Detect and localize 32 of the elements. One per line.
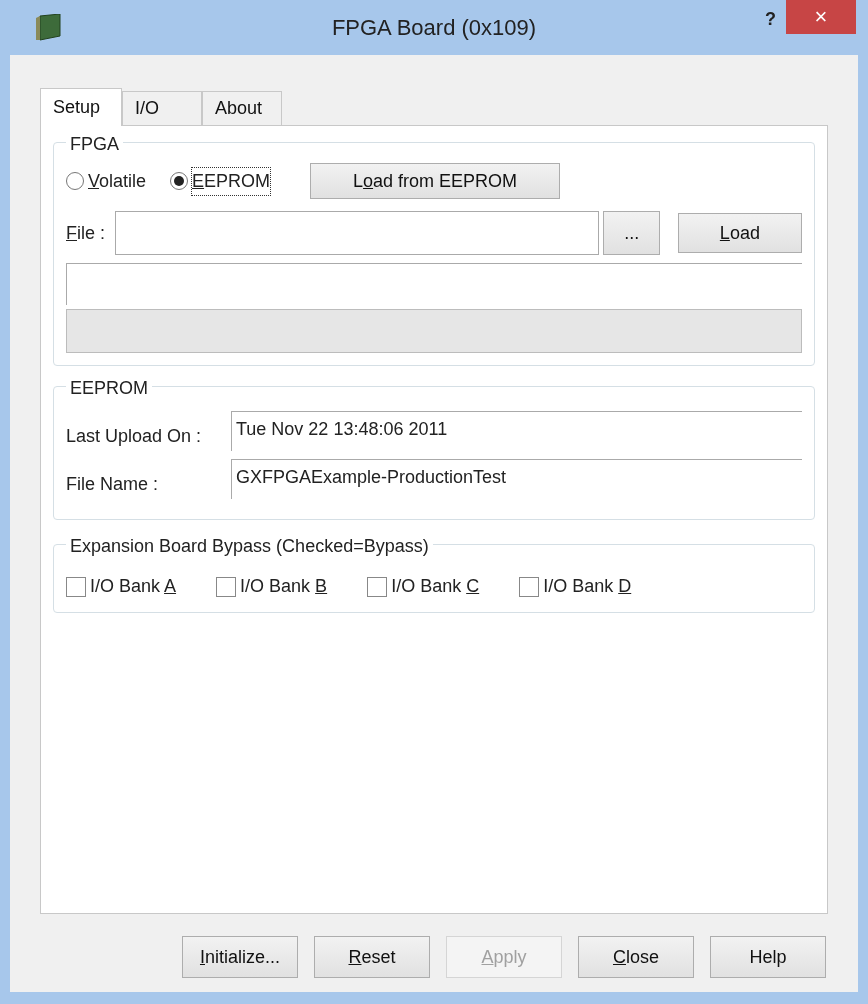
window-title: FPGA Board (0x109) xyxy=(331,14,537,42)
radio-button[interactable] xyxy=(170,172,189,190)
checkbox-label: I/O Bank D xyxy=(543,575,632,598)
dialog-button[interactable]: Help xyxy=(710,936,826,978)
checkbox[interactable] xyxy=(367,576,388,597)
value-field: GXFPGAExample-ProductionTest xyxy=(231,459,802,499)
tab[interactable]: Setup xyxy=(40,88,122,126)
circuit-board-icon xyxy=(34,14,64,42)
help-button[interactable]: ? xyxy=(765,6,776,33)
field-label: File Name : xyxy=(66,473,160,496)
dialog-button[interactable]: Reset xyxy=(314,936,430,978)
load-from-eeprom-button[interactable]: Load from EEPROM xyxy=(310,163,561,199)
checkbox[interactable] xyxy=(519,576,540,597)
radio-label: Volatile xyxy=(88,169,147,193)
checkbox-label: I/O Bank A xyxy=(90,575,177,598)
radio-label: EEPROM xyxy=(192,167,271,195)
file-field[interactable] xyxy=(114,211,600,255)
tab[interactable]: I/O xyxy=(122,91,202,125)
close-button[interactable]: × xyxy=(786,0,856,34)
checkbox-label: I/O Bank B xyxy=(240,575,328,598)
dialog-button[interactable]: Close xyxy=(578,936,694,978)
checkbox[interactable] xyxy=(216,576,237,597)
checkbox[interactable] xyxy=(66,576,86,597)
checkbox-label: I/O Bank C xyxy=(391,575,480,598)
tab[interactable]: About xyxy=(202,91,282,125)
field-label: Last Upload On : xyxy=(66,425,203,448)
file-label: File : xyxy=(66,221,106,245)
dialog-button[interactable]: Initialize... xyxy=(182,936,298,978)
browse-button[interactable]: ... xyxy=(603,211,660,255)
load-button[interactable]: Load xyxy=(677,213,802,253)
radio-button[interactable] xyxy=(66,172,84,190)
value-field: Tue Nov 22 13:48:06 2011 xyxy=(231,411,802,451)
